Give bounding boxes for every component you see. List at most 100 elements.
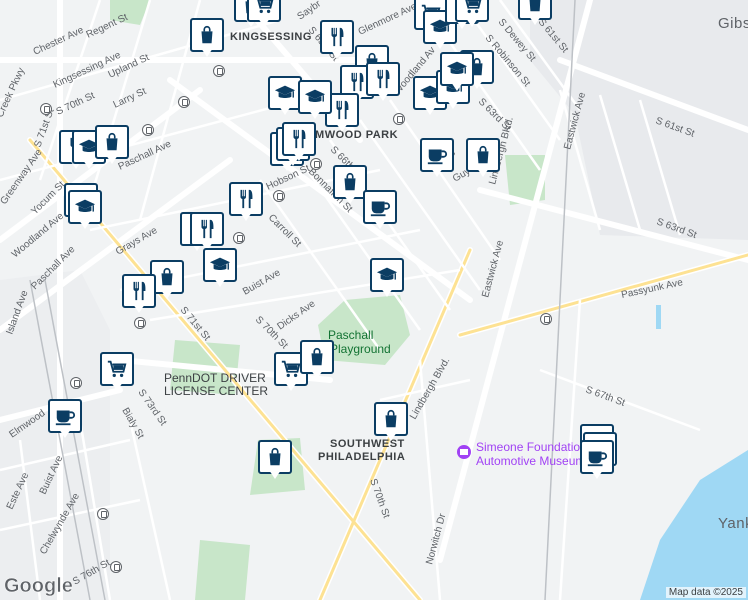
neighborhood-label-southwest-2: PHILADELPHIA [318,451,405,463]
marker-pointer [377,92,389,101]
school-icon [370,258,404,292]
school-marker[interactable] [68,190,106,234]
street-label-s-67th-st: S 67th St [584,384,627,408]
transit-stop-icon[interactable] [134,317,146,329]
transit-stop-icon[interactable] [40,103,52,115]
cafe-icon [363,190,397,224]
neighborhood-label-kingsessing: KINGSESSING [230,31,312,43]
marker-pointer [331,50,343,59]
marker-pointer [311,370,323,379]
museum-icon-glyph [460,449,468,455]
school-icon [298,80,332,114]
transit-stop-icon[interactable] [70,377,82,389]
transit-stop-icon[interactable] [97,508,109,520]
restaurant-marker[interactable] [282,122,320,166]
transit-stop-icon[interactable] [233,232,245,244]
restaurant-marker[interactable] [229,182,267,226]
school-icon [68,190,102,224]
restaurant-icon [366,62,400,96]
marker-pointer [381,288,393,297]
transit-stop-icon[interactable] [110,561,122,573]
transit-stop-icon[interactable] [178,96,190,108]
shopping-bag-marker[interactable] [190,18,228,62]
transit-stop-icon[interactable] [213,65,225,77]
restaurant-marker[interactable] [122,274,160,318]
cafe-marker[interactable] [580,440,618,484]
street-label-dicks-ave: Dicks Ave [275,298,317,332]
street-label-larry-st: Larry St [112,86,149,111]
cafe-marker[interactable] [48,399,86,443]
marker-pointer [79,220,91,229]
shopping-bag-marker[interactable] [518,0,556,30]
street-label-buist-ave: Buist Ave [241,267,283,297]
transit-stop-icon[interactable] [142,124,154,136]
marker-pointer [161,290,173,299]
google-logo: Google [4,575,73,598]
restaurant-icon [282,122,316,156]
park-label-paschall-2: Playground [330,342,391,356]
shopping-bag-marker[interactable] [466,138,504,182]
transit-stop-icon[interactable] [393,113,405,125]
shopping-bag-marker[interactable] [300,340,338,384]
cart-marker[interactable] [100,352,138,396]
shopping-bag-marker[interactable] [258,440,296,484]
restaurant-icon [320,20,354,54]
area-label-gibs: Gibs [718,15,748,32]
marker-pointer [374,220,386,229]
street-label-carroll-st: Carroll St [266,212,303,249]
cafe-icon [420,138,454,172]
poi-label-penndot-2: LICENSE CENTER [164,384,268,398]
marker-pointer [385,432,397,441]
marker-pointer [83,160,95,169]
marker-pointer [201,48,213,57]
marker-pointer [591,470,603,479]
poi-label-simeone-1[interactable]: Simeone Foundation [476,440,587,454]
marker-pointer [285,382,297,391]
school-marker[interactable] [370,258,408,302]
restaurant-marker[interactable] [320,20,358,64]
shopping-bag-icon [466,138,500,172]
poi-label-simeone-2[interactable]: Automotive Museum [476,454,585,468]
street-label-greenway-ave: Greenway Ave [0,147,45,207]
marker-pointer [258,18,270,27]
map-view[interactable]: Chester Ave Regent St Kingsessing Ave Up… [0,0,748,600]
marker-pointer [106,155,118,164]
area-label-yank: Yank [718,515,748,532]
school-icon [203,248,237,282]
marker-pointer [293,152,305,161]
marker-pointer [431,168,443,177]
shopping-bag-marker[interactable] [95,125,133,169]
restaurant-icon [229,182,263,216]
marker-pointer [59,429,71,438]
shopping-bag-icon [333,165,367,199]
cafe-marker[interactable] [420,138,458,182]
shopping-bag-icon [300,340,334,374]
cart-marker[interactable] [247,0,285,32]
shopping-bag-marker[interactable] [374,402,412,446]
restaurant-marker[interactable] [366,62,404,106]
restaurant-icon [190,212,224,246]
school-marker[interactable] [203,248,241,292]
poi-label-penndot-1: PennDOT DRIVER [164,371,266,385]
marker-pointer [477,168,489,177]
transit-stop-icon[interactable] [273,190,285,202]
school-marker[interactable] [298,80,336,124]
marker-pointer [309,110,321,119]
school-marker[interactable] [440,52,478,96]
cart-marker[interactable] [455,0,493,32]
street-label-eastwick-ave-a: Eastwick Ave [480,239,506,299]
cafe-icon [48,399,82,433]
park-area-5 [195,540,250,600]
transit-stop-icon[interactable] [540,313,552,325]
cart-icon [100,352,134,386]
school-icon [440,52,474,86]
cafe-marker[interactable] [363,190,401,234]
marker-pointer [424,106,436,115]
map-attribution: Map data ©2025 [665,587,746,598]
marker-pointer [240,212,252,221]
marker-pointer [336,123,348,132]
cafe-icon [580,440,614,474]
shopping-bag-icon [190,18,224,52]
marker-pointer [111,382,123,391]
marker-pointer [279,106,291,115]
